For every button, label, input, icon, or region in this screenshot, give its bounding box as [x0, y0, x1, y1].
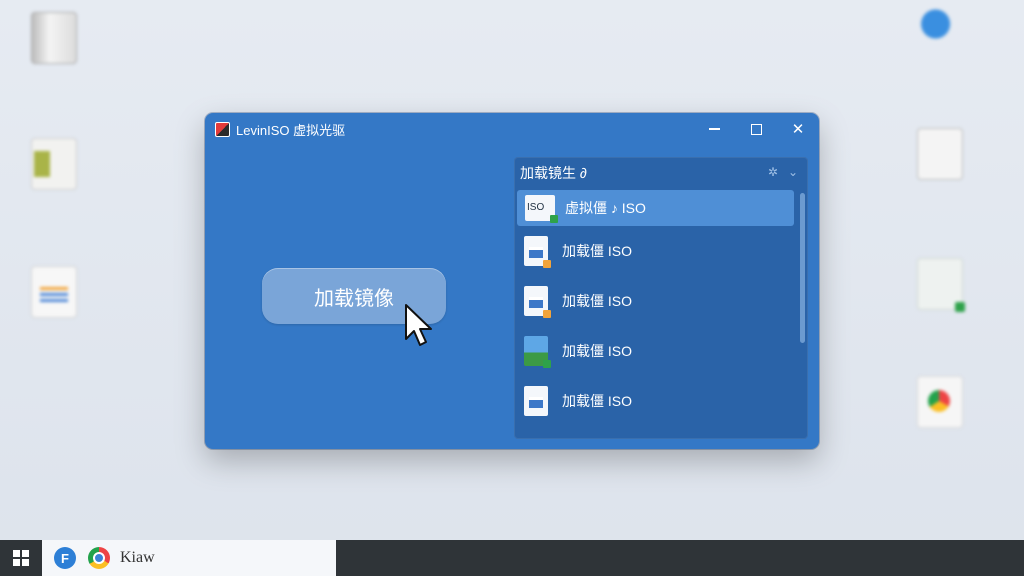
chevron-down-icon[interactable]: ⌄ [788, 165, 798, 179]
desktop-icon-document[interactable] [14, 266, 94, 318]
iso-list: ISO 虚拟僵 ♪ ISO 加载僵 ISO 加载僵 ISO 加载僵 ISO 加载… [514, 189, 794, 439]
iso-file-icon: ISO [525, 195, 558, 223]
f-app-icon[interactable]: F [54, 547, 76, 569]
app-logo-icon [215, 121, 230, 137]
desktop-icon-chrome-doc[interactable] [900, 376, 980, 428]
panel-title: 加载镜生 ∂ [520, 165, 587, 181]
settings-icon[interactable]: ✲ [768, 165, 778, 179]
maximize-button[interactable] [735, 113, 777, 145]
document-icon [31, 266, 77, 318]
desktop-icon-archive[interactable] [14, 138, 94, 190]
archive-icon [31, 138, 77, 190]
image-icon [917, 258, 965, 312]
list-item-label: 加载僵 ISO [562, 243, 633, 259]
window-controls: ✕ [693, 113, 819, 145]
book-icon [31, 12, 77, 64]
levin-iso-window: LevinISO 虚拟光驱 ✕ 加载镜像 加载镜生 ∂ ✲ ⌄ ISO 虚拟僵 … [205, 113, 819, 449]
minimize-icon [708, 128, 720, 130]
taskbar-apps-area: F Kiaw [42, 540, 336, 576]
close-button[interactable]: ✕ [777, 113, 819, 145]
app-icon [918, 4, 962, 54]
windows-start-icon [13, 550, 29, 566]
desktop-icon-image[interactable] [900, 258, 980, 312]
image-file-icon [524, 336, 551, 368]
desktop-icon-app[interactable] [900, 4, 980, 54]
chrome-icon[interactable] [88, 547, 110, 569]
desktop-icon-device[interactable] [900, 128, 980, 180]
minimize-button[interactable] [693, 113, 735, 145]
device-icon [917, 128, 963, 180]
panel-header: 加载镜生 ∂ [514, 157, 808, 189]
maximize-icon [750, 123, 762, 135]
document-file-icon [524, 286, 551, 318]
start-button[interactable] [0, 540, 42, 576]
list-item-label: 加载僵 ISO [562, 293, 633, 309]
document-file-icon [524, 386, 548, 416]
panel-tools: ✲ ⌄ [768, 165, 798, 179]
desktop-icon-book[interactable] [14, 12, 94, 64]
list-item-label: 加载僵 ISO [562, 393, 633, 409]
taskbar-text: Kiaw [120, 549, 155, 566]
list-item[interactable]: 加载僵 ISO [514, 326, 794, 376]
chrome-document-icon [917, 376, 963, 428]
list-item[interactable]: ISO 虚拟僵 ♪ ISO [517, 190, 794, 226]
mouse-cursor-icon [405, 304, 432, 346]
list-item[interactable]: 加载僵 ISO [514, 376, 794, 426]
title-bar[interactable]: LevinISO 虚拟光驱 ✕ [205, 113, 819, 145]
document-file-icon [524, 236, 551, 268]
window-title: LevinISO 虚拟光驱 [236, 122, 346, 138]
list-item[interactable]: 加载僵 ISO [514, 226, 794, 276]
mount-list-panel: 加载镜生 ∂ ✲ ⌄ ISO 虚拟僵 ♪ ISO 加载僵 ISO 加载僵 ISO… [514, 157, 808, 439]
taskbar: F Kiaw [0, 540, 1024, 576]
list-scrollbar[interactable] [800, 193, 805, 343]
list-item-label: 加载僵 ISO [562, 343, 633, 359]
close-icon: ✕ [791, 121, 805, 138]
list-item-label: 虚拟僵 ♪ ISO [565, 200, 646, 216]
list-item[interactable]: 加载僵 ISO [514, 276, 794, 326]
